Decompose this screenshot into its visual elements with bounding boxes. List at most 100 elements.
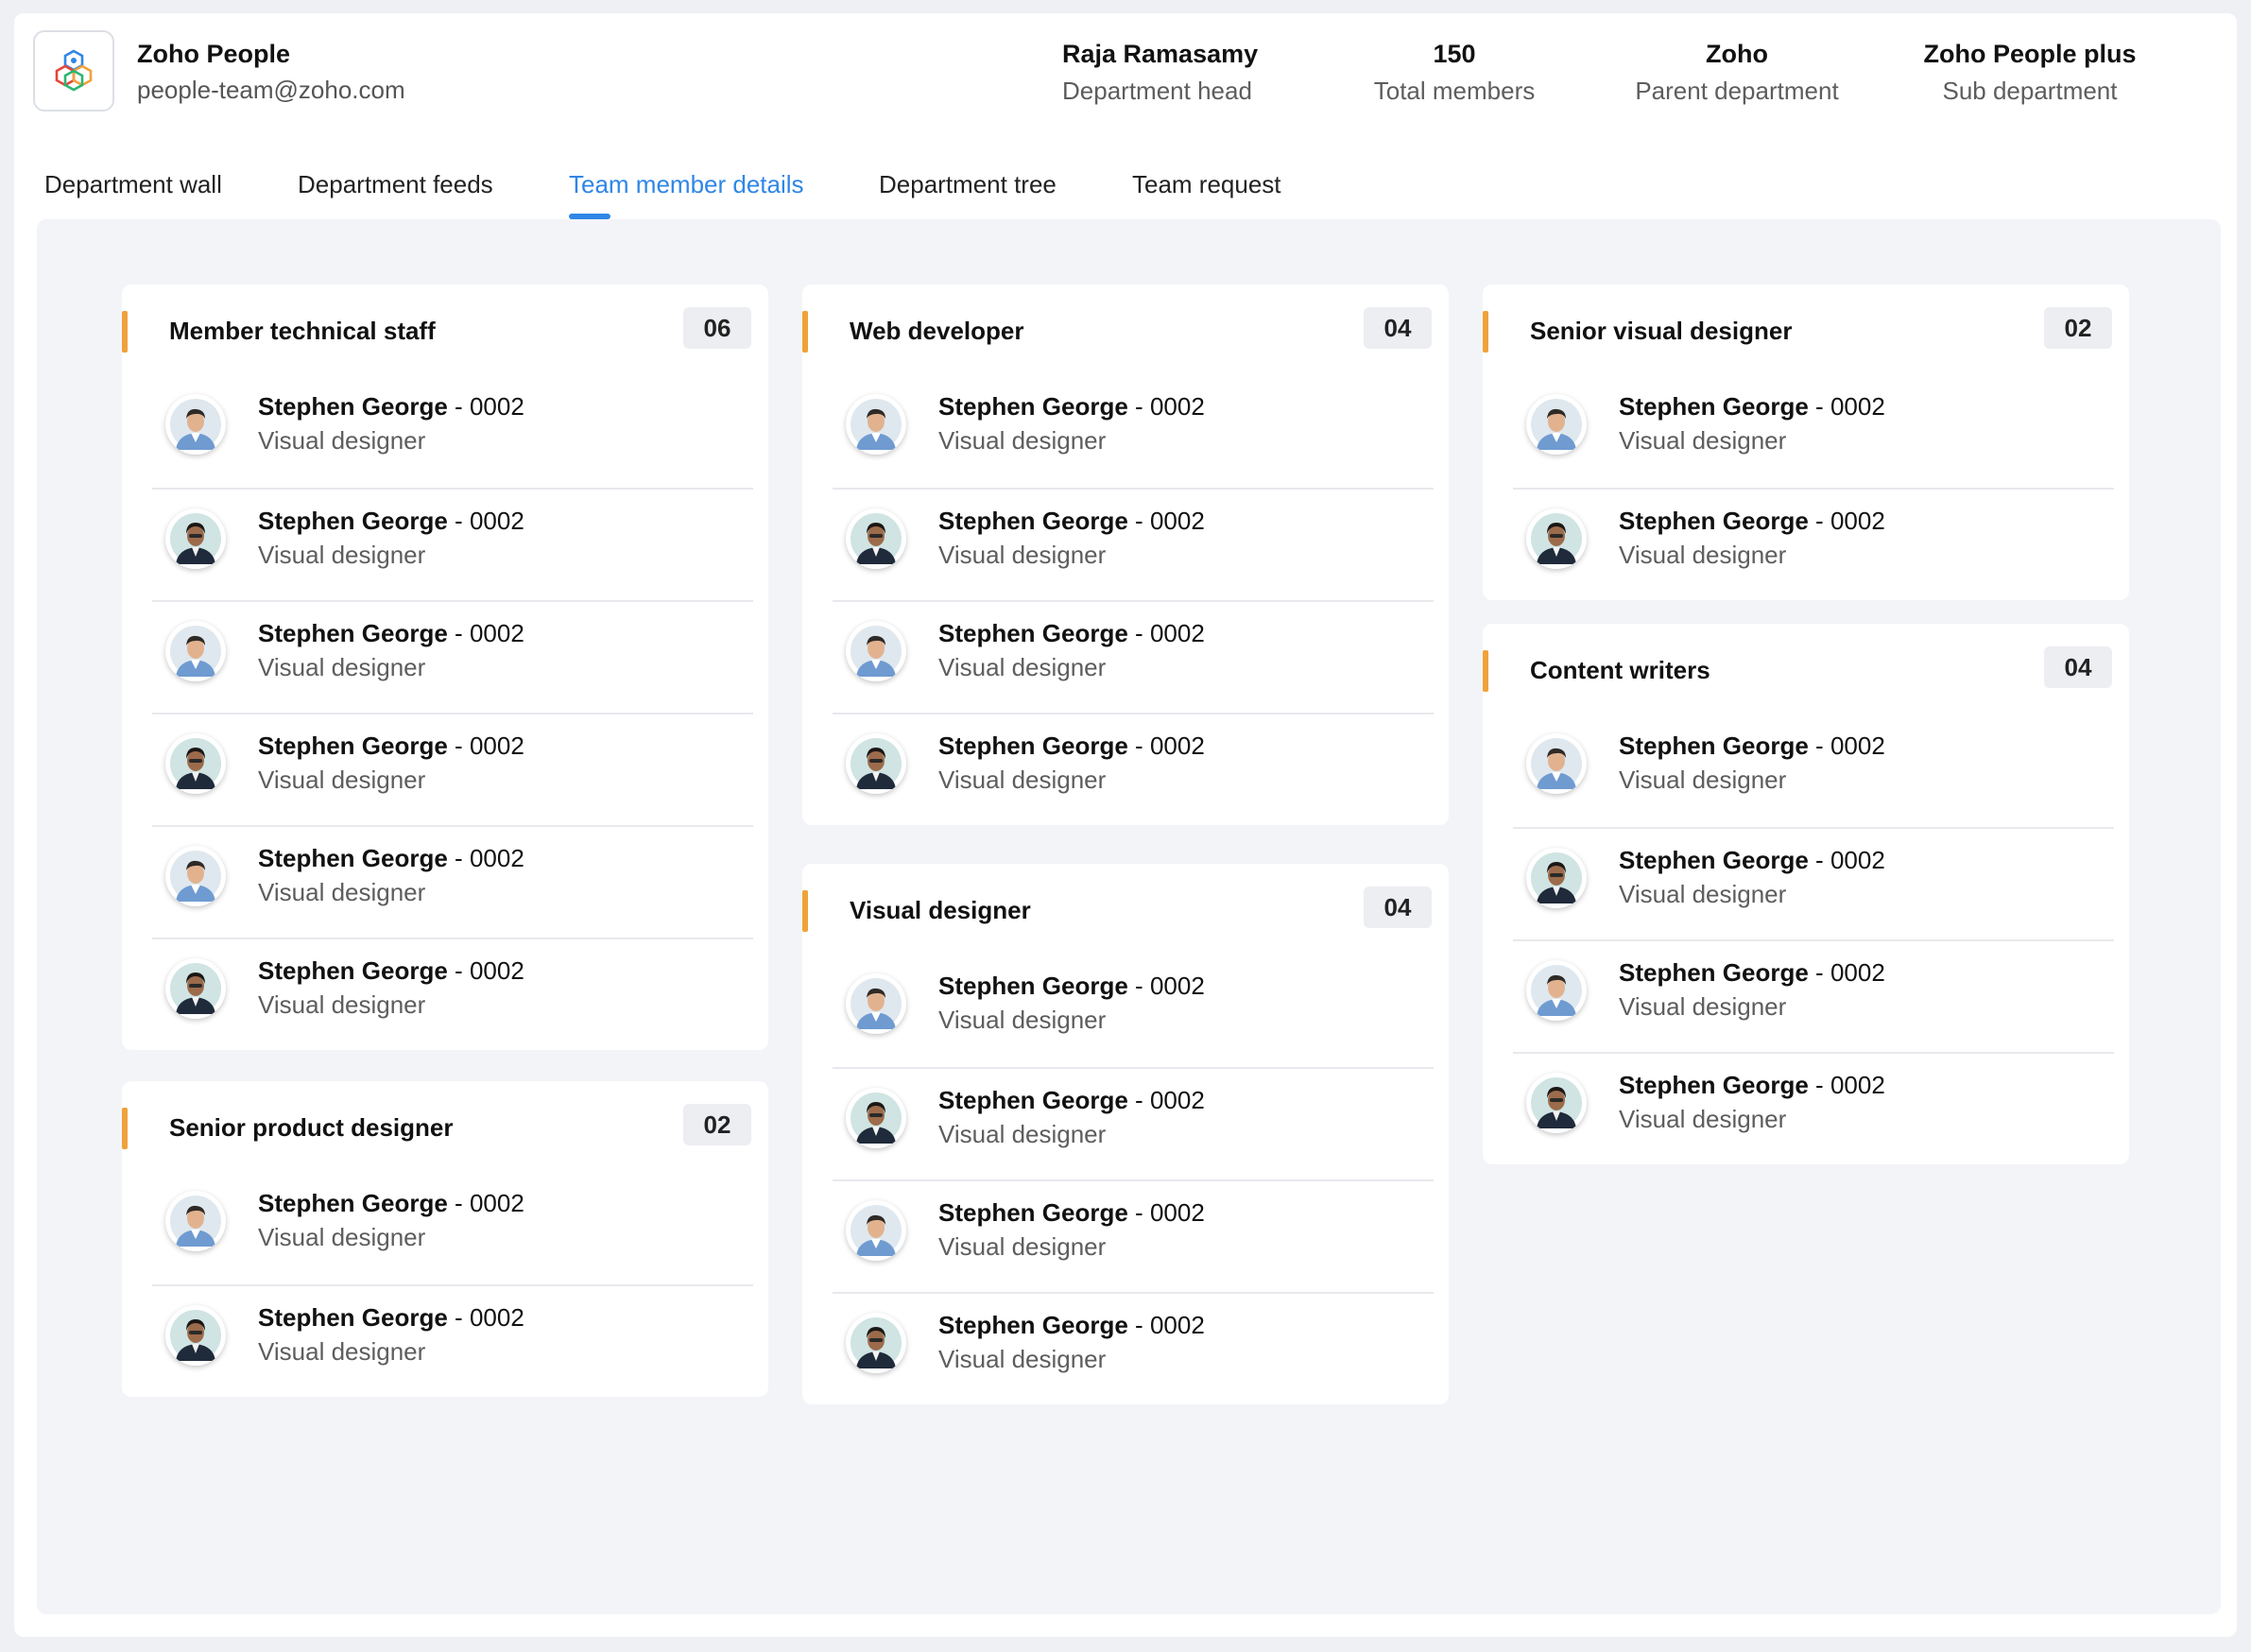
member-name[interactable]: Stephen George: [1619, 1071, 1809, 1099]
member-name[interactable]: Stephen George: [1619, 958, 1809, 987]
member-row[interactable]: Stephen George - 0002 Visual designer: [152, 375, 753, 488]
member-avatar[interactable]: [846, 733, 906, 794]
member-name[interactable]: Stephen George: [258, 1303, 448, 1332]
member-row[interactable]: Stephen George - 0002 Visual designer: [833, 1292, 1434, 1404]
group-marker: [122, 311, 128, 353]
member-name[interactable]: Stephen George: [1619, 507, 1809, 535]
member-id: 0002: [469, 507, 524, 535]
member-avatar[interactable]: [1526, 960, 1587, 1021]
member-id: 0002: [1830, 1071, 1885, 1099]
member-separator: -: [1808, 507, 1830, 535]
member-avatar[interactable]: [1526, 733, 1587, 794]
member-row[interactable]: Stephen George - 0002 Visual designer: [833, 1179, 1434, 1292]
member-name-line: Stephen George - 0002: [938, 507, 1205, 536]
stat-parent-department: Zoho Parent department: [1628, 40, 1846, 106]
member-avatar[interactable]: [846, 1313, 906, 1373]
member-avatar[interactable]: [1526, 508, 1587, 569]
member-row[interactable]: Stephen George - 0002 Visual designer: [152, 600, 753, 713]
member-name[interactable]: Stephen George: [258, 507, 448, 535]
member-row[interactable]: Stephen George - 0002 Visual designer: [833, 955, 1434, 1067]
member-avatar[interactable]: [846, 508, 906, 569]
group-header: Web developer 04: [802, 284, 1449, 375]
member-name[interactable]: Stephen George: [1619, 392, 1809, 421]
member-id: 0002: [1830, 731, 1885, 760]
member-row[interactable]: Stephen George - 0002 Visual designer: [152, 488, 753, 600]
member-id: 0002: [1149, 1086, 1205, 1114]
member-row[interactable]: Stephen George - 0002 Visual designer: [833, 1067, 1434, 1179]
member-row[interactable]: Stephen George - 0002 Visual designer: [1513, 488, 2114, 600]
member-name[interactable]: Stephen George: [938, 1086, 1128, 1114]
member-id: 0002: [1149, 392, 1205, 421]
member-avatar[interactable]: [165, 394, 226, 455]
member-name[interactable]: Stephen George: [938, 731, 1128, 760]
stat-label: Sub department: [1942, 77, 2118, 105]
member-avatar[interactable]: [846, 973, 906, 1034]
member-name[interactable]: Stephen George: [938, 1311, 1128, 1339]
member-name[interactable]: Stephen George: [938, 392, 1128, 421]
member-row[interactable]: Stephen George - 0002 Visual designer: [833, 488, 1434, 600]
member-row[interactable]: Stephen George - 0002 Visual designer: [833, 600, 1434, 713]
member-avatar[interactable]: [846, 394, 906, 455]
member-name[interactable]: Stephen George: [938, 507, 1128, 535]
member-name-line: Stephen George - 0002: [1619, 846, 1885, 875]
member-name[interactable]: Stephen George: [258, 1189, 448, 1217]
tab-department-feeds[interactable]: Department feeds: [298, 170, 493, 199]
member-avatar[interactable]: [165, 508, 226, 569]
member-name[interactable]: Stephen George: [1619, 731, 1809, 760]
member-row[interactable]: Stephen George - 0002 Visual designer: [1513, 375, 2114, 488]
tab-department-tree[interactable]: Department tree: [879, 170, 1057, 199]
member-name[interactable]: Stephen George: [938, 619, 1128, 647]
member-avatar[interactable]: [1526, 1073, 1587, 1133]
app-name: Zoho People: [137, 40, 290, 68]
member-role: Visual designer: [258, 426, 426, 455]
member-avatar[interactable]: [165, 733, 226, 794]
member-avatar[interactable]: [165, 621, 226, 681]
member-avatar[interactable]: [165, 1305, 226, 1366]
member-avatar[interactable]: [165, 846, 226, 906]
member-role: Visual designer: [1619, 992, 1787, 1021]
member-name[interactable]: Stephen George: [938, 1198, 1128, 1227]
app-email: people-team@zoho.com: [137, 76, 405, 104]
member-avatar[interactable]: [846, 621, 906, 681]
tab-department-wall[interactable]: Department wall: [44, 170, 222, 199]
member-avatar[interactable]: [846, 1200, 906, 1261]
member-name[interactable]: Stephen George: [258, 619, 448, 647]
member-name-line: Stephen George - 0002: [1619, 1071, 1885, 1100]
member-row[interactable]: Stephen George - 0002 Visual designer: [152, 713, 753, 825]
member-row[interactable]: Stephen George - 0002 Visual designer: [1513, 1052, 2114, 1164]
member-name[interactable]: Stephen George: [938, 972, 1128, 1000]
member-separator: -: [1127, 972, 1150, 1000]
member-separator: -: [1808, 958, 1830, 987]
member-avatar[interactable]: [165, 958, 226, 1019]
member-name[interactable]: Stephen George: [258, 844, 448, 872]
member-name[interactable]: Stephen George: [258, 392, 448, 421]
member-id: 0002: [1149, 619, 1205, 647]
member-row[interactable]: Stephen George - 0002 Visual designer: [833, 713, 1434, 825]
member-name[interactable]: Stephen George: [1619, 846, 1809, 874]
member-name[interactable]: Stephen George: [258, 956, 448, 985]
member-avatar[interactable]: [1526, 848, 1587, 908]
member-row[interactable]: Stephen George - 0002 Visual designer: [152, 825, 753, 938]
member-role: Visual designer: [1619, 766, 1787, 794]
member-name[interactable]: Stephen George: [258, 731, 448, 760]
member-row[interactable]: Stephen George - 0002 Visual designer: [152, 1172, 753, 1284]
group-marker: [122, 1108, 128, 1149]
member-row[interactable]: Stephen George - 0002 Visual designer: [1513, 827, 2114, 939]
member-separator: -: [447, 1189, 470, 1217]
member-row[interactable]: Stephen George - 0002 Visual designer: [1513, 714, 2114, 827]
member-avatar[interactable]: [846, 1088, 906, 1148]
member-row[interactable]: Stephen George - 0002 Visual designer: [1513, 939, 2114, 1052]
group-title: Web developer: [850, 317, 1024, 345]
member-row[interactable]: Stephen George - 0002 Visual designer: [152, 938, 753, 1050]
member-role: Visual designer: [938, 766, 1107, 794]
member-name-line: Stephen George - 0002: [1619, 731, 1885, 761]
member-avatar[interactable]: [165, 1191, 226, 1251]
zoho-people-logo: [33, 30, 114, 112]
member-avatar[interactable]: [1526, 394, 1587, 455]
member-row[interactable]: Stephen George - 0002 Visual designer: [833, 375, 1434, 488]
group-card: Content writers 04 Stephen George - 0002 Vi…: [1483, 624, 2129, 1164]
tab-team-member-details[interactable]: Team member details: [569, 170, 804, 199]
member-row[interactable]: Stephen George - 0002 Visual designer: [152, 1284, 753, 1397]
member-separator: -: [1808, 731, 1830, 760]
tab-team-request[interactable]: Team request: [1132, 170, 1281, 199]
